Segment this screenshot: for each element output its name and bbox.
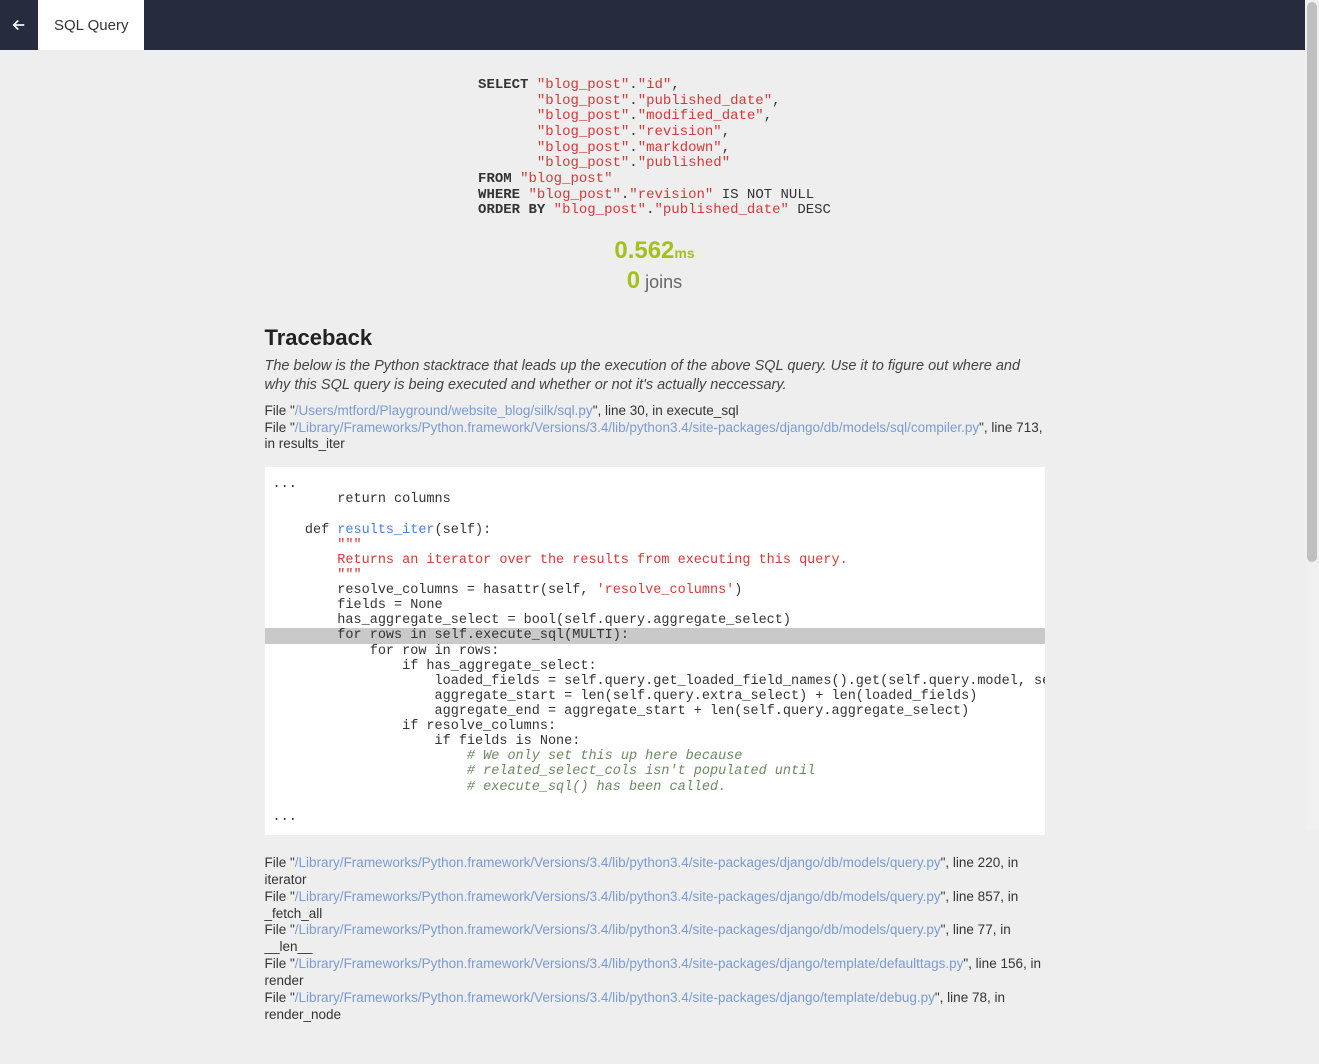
traceback-path[interactable]: /Library/Frameworks/Python.framework/Ver… — [295, 889, 941, 904]
sql-keyword: FROM — [478, 171, 512, 187]
code-line: if has_aggregate_select: — [265, 659, 605, 674]
code-line: if fields is None: — [265, 734, 589, 749]
sql-string: "blog_post" — [537, 77, 629, 93]
sql-tail: DESC — [789, 202, 831, 218]
code-comment: # related_select_cols isn't populated un… — [265, 764, 824, 779]
traceback-line: File "/Library/Frameworks/Python.framewo… — [265, 990, 1045, 1024]
traceback-path[interactable]: /Library/Frameworks/Python.framework/Ver… — [295, 922, 941, 937]
code-line: """ — [265, 538, 370, 553]
sql-string: "blog_post" — [520, 171, 612, 187]
header-bar: SQL Query — [0, 0, 1319, 50]
tab-label: SQL Query — [54, 17, 128, 34]
back-button[interactable] — [0, 0, 38, 50]
traceback-line: File "/Library/Frameworks/Python.framewo… — [265, 855, 1045, 889]
code-line: has_aggregate_select = bool(self.query.a… — [265, 613, 799, 628]
traceback-bottom-lines: File "/Library/Frameworks/Python.framewo… — [265, 855, 1045, 1024]
sql-string: "revision" — [638, 124, 722, 140]
code-line: def results_iter(self): — [265, 523, 500, 538]
code-line: if resolve_columns: — [265, 719, 565, 734]
traceback-path[interactable]: /Users/mtford/Playground/website_blog/si… — [295, 403, 593, 418]
code-line: fields = None — [265, 598, 451, 613]
code-snippet: ... return columns def results_iter(self… — [265, 467, 1045, 835]
traceback-path[interactable]: /Library/Frameworks/Python.framework/Ver… — [295, 855, 941, 870]
time-value: 0.562 — [614, 237, 674, 264]
code-line: loaded_fields = self.query.get_loaded_fi… — [265, 674, 1045, 689]
sql-string: "blog_post" — [537, 155, 629, 171]
sql-string: "blog_post" — [537, 124, 629, 140]
time-unit: ms — [674, 245, 694, 261]
code-line: aggregate_start = len(self.query.extra_s… — [265, 689, 986, 704]
code-line: for row in rows: — [265, 644, 508, 659]
traceback-top-lines: File "/Users/mtford/Playground/website_b… — [265, 403, 1045, 454]
sql-keyword: ORDER BY — [478, 202, 545, 218]
sql-keyword: WHERE — [478, 187, 520, 203]
code-line: return columns — [265, 492, 459, 507]
traceback-path[interactable]: /Library/Frameworks/Python.framework/Ver… — [295, 956, 964, 971]
stat-time: 0.562ms — [265, 237, 1045, 265]
sql-string: "blog_post" — [537, 108, 629, 124]
sql-string: "id" — [638, 77, 672, 93]
code-comment: # We only set this up here because — [265, 749, 751, 764]
joins-label: joins — [640, 272, 682, 292]
scrollbar-thumb[interactable] — [1307, 2, 1317, 562]
joins-value: 0 — [627, 267, 640, 294]
traceback-heading: Traceback — [265, 325, 1045, 351]
traceback-line: File "/Library/Frameworks/Python.framewo… — [265, 922, 1045, 956]
traceback-line: File "/Users/mtford/Playground/website_b… — [265, 403, 1045, 420]
sql-string: "published_date" — [655, 202, 789, 218]
traceback-line: File "/Library/Frameworks/Python.framewo… — [265, 889, 1045, 923]
sql-keyword: SELECT — [478, 77, 528, 93]
sql-tail: IS NOT NULL — [713, 187, 814, 203]
sql-string: "blog_post" — [554, 202, 646, 218]
stat-joins: 0 joins — [265, 267, 1045, 295]
code-ellipsis: ... — [265, 477, 305, 492]
arrow-left-icon — [10, 16, 28, 34]
sql-string: "markdown" — [638, 140, 722, 156]
code-line — [265, 508, 281, 523]
sql-string: "published_date" — [638, 93, 772, 109]
query-stats: 0.562ms 0 joins — [265, 237, 1045, 295]
traceback-path[interactable]: /Library/Frameworks/Python.framework/Ver… — [295, 990, 935, 1005]
scrollbar[interactable] — [1305, 0, 1319, 830]
traceback-path[interactable]: /Library/Frameworks/Python.framework/Ver… — [295, 420, 979, 435]
sql-string: "modified_date" — [638, 108, 764, 124]
traceback-description: The below is the Python stacktrace that … — [265, 357, 1045, 395]
sql-string: "revision" — [629, 187, 713, 203]
code-comment: # execute_sql() has been called. — [265, 780, 735, 795]
code-line: resolve_columns = hasattr(self, 'resolve… — [265, 583, 751, 598]
code-line: aggregate_end = aggregate_start + len(se… — [265, 704, 978, 719]
code-line: Returns an iterator over the results fro… — [265, 553, 856, 568]
sql-string: "blog_post" — [537, 93, 629, 109]
sql-string: "published" — [638, 155, 730, 171]
tab-sql-query[interactable]: SQL Query — [38, 0, 144, 50]
traceback-line: File "/Library/Frameworks/Python.framewo… — [265, 956, 1045, 990]
code-line: """ — [265, 568, 370, 583]
sql-string: "blog_post" — [537, 140, 629, 156]
main-content: SELECT "blog_post"."id", "blog_post"."pu… — [95, 50, 1225, 1064]
code-line-highlighted: for rows in self.execute_sql(MULTI): — [265, 628, 1045, 643]
sql-query-block: SELECT "blog_post"."id", "blog_post"."pu… — [478, 78, 831, 219]
traceback-line: File "/Library/Frameworks/Python.framewo… — [265, 420, 1045, 454]
code-ellipsis: ... — [265, 810, 305, 825]
sql-string: "blog_post" — [528, 187, 620, 203]
